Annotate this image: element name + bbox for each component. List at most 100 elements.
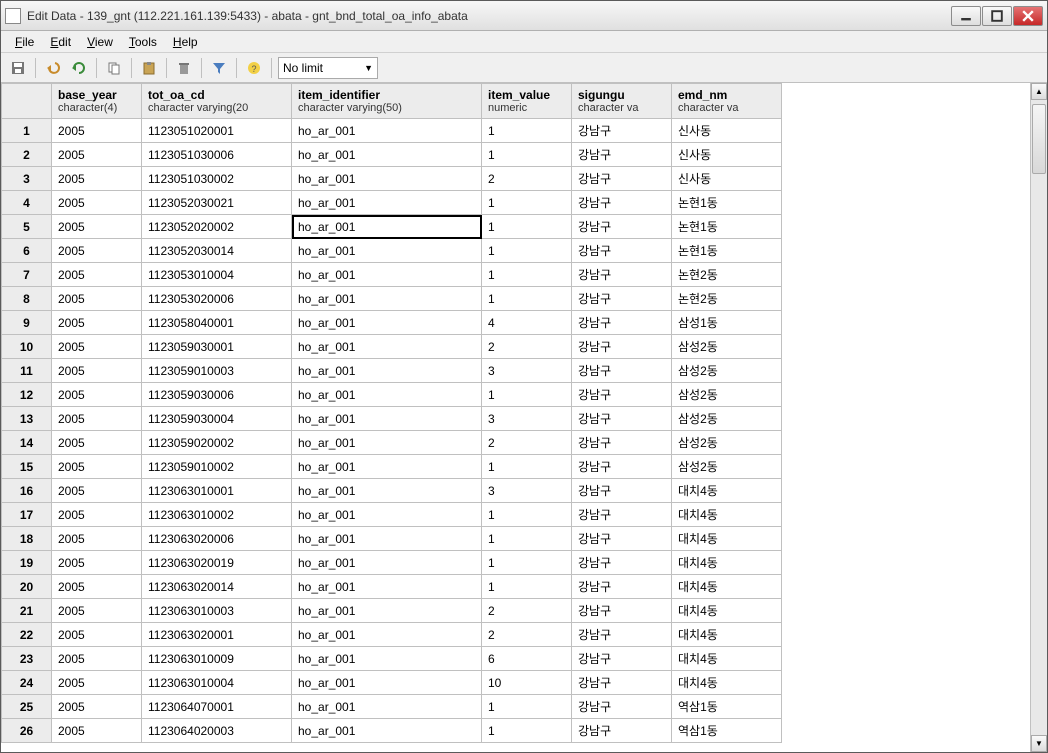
row-header[interactable]: 8 [2,287,52,311]
cell[interactable]: 논현2동 [672,263,782,287]
scroll-up-button[interactable]: ▲ [1031,83,1047,100]
cell[interactable]: 강남구 [572,695,672,719]
cell[interactable]: 1123051030002 [142,167,292,191]
cell[interactable]: 강남구 [572,575,672,599]
cell[interactable]: 1123063020006 [142,527,292,551]
cell[interactable]: 대치4동 [672,551,782,575]
cell[interactable]: 강남구 [572,239,672,263]
row-header[interactable]: 17 [2,503,52,527]
cell[interactable]: 1123064020003 [142,719,292,743]
cell[interactable]: 삼성2동 [672,383,782,407]
cell[interactable]: 2005 [52,143,142,167]
cell[interactable]: 강남구 [572,551,672,575]
cell[interactable]: 신사동 [672,119,782,143]
column-header-tot_oa_cd[interactable]: tot_oa_cdcharacter varying(20 [142,84,292,119]
menu-tools[interactable]: Tools [121,33,165,51]
cell[interactable]: 2005 [52,695,142,719]
cell[interactable]: 1123051020001 [142,119,292,143]
cell[interactable]: 1123052030014 [142,239,292,263]
cell[interactable]: ho_ar_001 [292,239,482,263]
row-header[interactable]: 15 [2,455,52,479]
copy-button[interactable] [103,57,125,79]
cell[interactable]: ho_ar_001 [292,311,482,335]
scrollbar-track[interactable] [1031,100,1047,735]
cell[interactable]: 대치4동 [672,527,782,551]
filter-button[interactable] [208,57,230,79]
row-header[interactable]: 5 [2,215,52,239]
cell[interactable]: 2005 [52,647,142,671]
scrollbar-thumb[interactable] [1032,104,1046,174]
cell[interactable]: 강남구 [572,311,672,335]
cell[interactable]: 2 [482,167,572,191]
cell[interactable]: ho_ar_001 [292,623,482,647]
cell[interactable]: 1123059030006 [142,383,292,407]
cell[interactable]: 1123053010004 [142,263,292,287]
cell[interactable]: ho_ar_001 [292,263,482,287]
cell[interactable]: 대치4동 [672,671,782,695]
cell[interactable]: 대치4동 [672,503,782,527]
column-header-sigungu[interactable]: sigungucharacter va [572,84,672,119]
cell[interactable]: 강남구 [572,359,672,383]
cell[interactable]: ho_ar_001 [292,455,482,479]
row-header[interactable]: 22 [2,623,52,647]
corner-cell[interactable] [2,84,52,119]
cell[interactable]: 1 [482,719,572,743]
cell[interactable]: 1 [482,383,572,407]
cell[interactable]: 강남구 [572,527,672,551]
cell[interactable]: 1123051030006 [142,143,292,167]
cell[interactable]: ho_ar_001 [292,503,482,527]
cell[interactable]: 강남구 [572,167,672,191]
cell[interactable]: ho_ar_001 [292,119,482,143]
cell[interactable]: 4 [482,311,572,335]
delete-row-button[interactable] [173,57,195,79]
cell[interactable]: 1 [482,455,572,479]
cell[interactable]: 대치4동 [672,647,782,671]
cell[interactable]: 1123063020019 [142,551,292,575]
cell[interactable]: 1123053020006 [142,287,292,311]
cell[interactable]: 삼성2동 [672,335,782,359]
vertical-scrollbar[interactable]: ▲ ▼ [1030,83,1047,752]
cell[interactable]: 논현2동 [672,287,782,311]
cell[interactable]: 1 [482,287,572,311]
row-header[interactable]: 23 [2,647,52,671]
cell[interactable]: 대치4동 [672,623,782,647]
row-header[interactable]: 9 [2,311,52,335]
cell[interactable]: ho_ar_001 [292,551,482,575]
row-header[interactable]: 10 [2,335,52,359]
cell[interactable]: ho_ar_001 [292,599,482,623]
cell[interactable]: 강남구 [572,599,672,623]
cell[interactable]: 1 [482,239,572,263]
column-header-emd_nm[interactable]: emd_nmcharacter va [672,84,782,119]
cell[interactable]: ho_ar_001 [292,671,482,695]
scroll-down-button[interactable]: ▼ [1031,735,1047,752]
row-header[interactable]: 24 [2,671,52,695]
cell[interactable]: ho_ar_001 [292,647,482,671]
cell[interactable]: 2005 [52,287,142,311]
cell[interactable]: 1 [482,143,572,167]
cell[interactable]: 2005 [52,383,142,407]
cell[interactable]: 대치4동 [672,479,782,503]
cell[interactable]: 강남구 [572,407,672,431]
cell[interactable]: 10 [482,671,572,695]
cell[interactable]: 1123059030001 [142,335,292,359]
cell[interactable]: 강남구 [572,191,672,215]
cell[interactable]: 2005 [52,503,142,527]
cell[interactable]: 1 [482,575,572,599]
undo-button[interactable] [42,57,64,79]
cell[interactable]: 1 [482,695,572,719]
row-header[interactable]: 4 [2,191,52,215]
cell[interactable]: 1 [482,263,572,287]
cell[interactable]: 1123052030021 [142,191,292,215]
cell[interactable]: ho_ar_001 [292,167,482,191]
cell[interactable]: 강남구 [572,623,672,647]
cell[interactable]: ho_ar_001 [292,431,482,455]
cell[interactable]: 논현1동 [672,239,782,263]
menu-view[interactable]: View [79,33,121,51]
cell[interactable]: 2005 [52,455,142,479]
column-header-item_identifier[interactable]: item_identifiercharacter varying(50) [292,84,482,119]
cell[interactable]: 1123063010002 [142,503,292,527]
close-button[interactable] [1013,6,1043,26]
cell[interactable]: 강남구 [572,455,672,479]
help-button[interactable]: ? [243,57,265,79]
cell[interactable]: 2005 [52,479,142,503]
